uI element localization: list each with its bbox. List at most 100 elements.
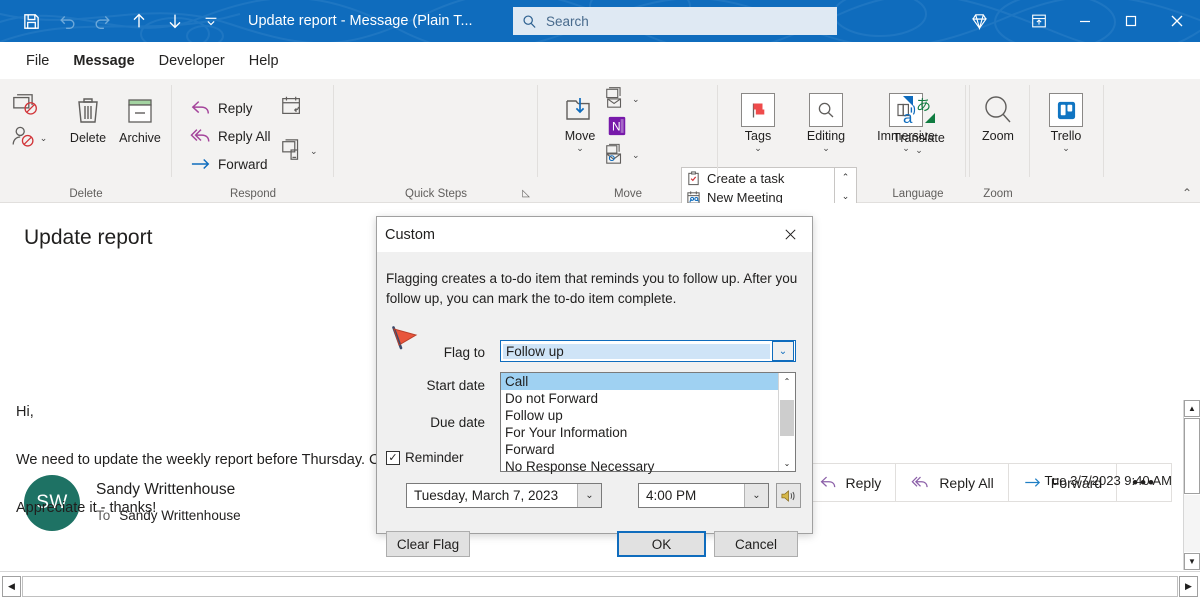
chevron-down-icon[interactable]: ⌄ bbox=[772, 341, 794, 361]
dialog-description: Flagging creates a to-do item that remin… bbox=[386, 269, 801, 308]
reminder-time-input[interactable]: 4:00 PM ⌄ bbox=[638, 483, 769, 508]
translate-icon: a あ bbox=[900, 93, 938, 129]
close-icon[interactable] bbox=[768, 217, 812, 252]
scroll-down-icon[interactable]: ▼ bbox=[1184, 553, 1200, 570]
dropdown-option-forward[interactable]: Forward bbox=[501, 441, 778, 458]
diamond-icon[interactable] bbox=[956, 0, 1002, 42]
close-icon[interactable] bbox=[1154, 0, 1200, 42]
save-icon[interactable] bbox=[14, 4, 48, 38]
previous-item-icon[interactable] bbox=[122, 4, 156, 38]
ribbon-group-move: Move ⌄ ⌄ N bbox=[538, 79, 718, 203]
onenote-icon: N bbox=[606, 115, 628, 137]
quick-steps-dialog-launcher-icon[interactable]: ◺ bbox=[522, 188, 530, 199]
horizontal-scrollbar[interactable]: ◀ ▶ bbox=[0, 571, 1200, 600]
redo-icon[interactable] bbox=[86, 4, 120, 38]
horizontal-scroll-track[interactable] bbox=[22, 576, 1178, 597]
dropdown-option-no-response-necessary[interactable]: No Response Necessary bbox=[501, 458, 778, 475]
dropdown-scroll-thumb[interactable] bbox=[780, 400, 794, 436]
chevron-down-icon: ⌄ bbox=[310, 147, 318, 155]
trello-button[interactable]: Trello ⌄ bbox=[1036, 89, 1096, 152]
delete-button[interactable]: Delete bbox=[58, 91, 118, 145]
chevron-down-icon: ⌄ bbox=[40, 134, 48, 142]
group-label-move: Move bbox=[538, 188, 718, 200]
chevron-down-icon: ⌄ bbox=[754, 144, 762, 152]
ribbon-group-respond: Reply Reply All Forward bbox=[172, 79, 334, 203]
chevron-down-icon: ⌄ bbox=[822, 144, 830, 152]
custom-flag-dialog: Custom Flagging creates a to-do item tha… bbox=[376, 216, 813, 534]
reminder-checkbox[interactable]: ✓ Reminder bbox=[386, 450, 464, 465]
group-label-language: Language bbox=[870, 188, 966, 200]
onenote-button[interactable]: N bbox=[602, 113, 632, 139]
group-label-delete: Delete bbox=[0, 188, 172, 200]
chevron-down-icon[interactable]: ⌄ bbox=[577, 484, 601, 507]
reply-button[interactable]: Reply bbox=[186, 95, 257, 121]
reply-label: Reply bbox=[218, 101, 253, 116]
dropdown-option-follow-up[interactable]: Follow up bbox=[501, 407, 778, 424]
meeting-reply-button[interactable] bbox=[276, 93, 308, 119]
reminder-date-input[interactable]: Tuesday, March 7, 2023 ⌄ bbox=[406, 483, 602, 508]
zoom-magnifier-icon bbox=[980, 93, 1016, 127]
ribbon: ⌄ Delete Archive Delete bbox=[0, 79, 1200, 203]
zoom-button[interactable]: Zoom bbox=[968, 89, 1028, 143]
more-respond-button[interactable]: ⌄ bbox=[276, 137, 322, 163]
maximize-icon[interactable] bbox=[1108, 0, 1154, 42]
forward-button[interactable]: Forward bbox=[186, 151, 272, 177]
delete-label: Delete bbox=[70, 131, 106, 145]
triangle-left-icon[interactable]: ◀ bbox=[2, 576, 21, 597]
svg-text:N: N bbox=[612, 120, 621, 134]
reminder-label: Reminder bbox=[405, 450, 464, 465]
minimize-icon[interactable] bbox=[1062, 0, 1108, 42]
ok-button[interactable]: OK bbox=[617, 531, 706, 557]
chevron-down-icon: ⌄ bbox=[632, 151, 640, 159]
window-title: Update report - Message (Plain T... bbox=[248, 0, 473, 42]
flag-to-value: Follow up bbox=[503, 344, 770, 359]
reply-all-button[interactable]: Reply All bbox=[186, 123, 275, 149]
rules-button[interactable]: ⌄ bbox=[600, 85, 644, 111]
scroll-up-icon[interactable]: ▲ bbox=[1184, 400, 1200, 417]
actions-button[interactable]: ⌄ bbox=[600, 141, 644, 167]
ignore-button[interactable] bbox=[4, 87, 48, 121]
editing-label: Editing bbox=[807, 129, 845, 143]
reply-all-label: Reply All bbox=[218, 129, 271, 144]
dropdown-scrollbar[interactable]: ⌃ ⌄ bbox=[778, 373, 795, 471]
clear-flag-button[interactable]: Clear Flag bbox=[386, 531, 470, 557]
due-date-label: Due date bbox=[397, 415, 485, 430]
flag-to-dropdown-list[interactable]: Call Do not Forward Follow up For Your I… bbox=[500, 372, 796, 472]
archive-button[interactable]: Archive bbox=[110, 91, 170, 145]
tab-message[interactable]: Message bbox=[61, 45, 146, 79]
vertical-scroll-thumb[interactable] bbox=[1184, 418, 1200, 494]
dropdown-option-for-your-information[interactable]: For Your Information bbox=[501, 424, 778, 441]
scroll-down-icon[interactable]: ⌄ bbox=[779, 455, 795, 471]
chevron-down-icon[interactable]: ⌄ bbox=[744, 484, 768, 507]
undo-icon[interactable] bbox=[50, 4, 84, 38]
ribbon-group-trello: Trello ⌄ bbox=[1030, 79, 1104, 203]
collapse-ribbon-icon[interactable]: ⌃ bbox=[1182, 186, 1192, 200]
ribbon-group-quick-steps: Create a task New Meeting bbox=[334, 79, 538, 203]
flag-to-combobox[interactable]: Follow up ⌄ bbox=[500, 340, 796, 362]
vertical-scrollbar[interactable]: ▲ ▼ bbox=[1183, 400, 1200, 570]
tab-file[interactable]: File bbox=[14, 45, 61, 79]
tab-help[interactable]: Help bbox=[237, 45, 291, 79]
dropdown-option-do-not-forward[interactable]: Do not Forward bbox=[501, 390, 778, 407]
chevron-down-icon: ⌄ bbox=[915, 146, 923, 154]
tags-button[interactable]: Tags ⌄ bbox=[728, 89, 788, 152]
search-icon bbox=[522, 14, 537, 29]
triangle-right-icon[interactable]: ▶ bbox=[1179, 576, 1198, 597]
zoom-label: Zoom bbox=[982, 129, 1014, 143]
customize-quick-access-toolbar-icon[interactable] bbox=[194, 4, 228, 38]
translate-button[interactable]: a あ Translate ⌄ bbox=[884, 89, 954, 154]
dialog-title: Custom bbox=[385, 227, 435, 243]
tab-developer[interactable]: Developer bbox=[147, 45, 237, 79]
next-item-icon[interactable] bbox=[158, 4, 192, 38]
editing-button[interactable]: Editing ⌄ bbox=[796, 89, 856, 152]
search-input[interactable]: Search bbox=[513, 7, 837, 35]
vertical-scroll-track[interactable] bbox=[1184, 495, 1200, 552]
cancel-button[interactable]: Cancel bbox=[714, 531, 798, 557]
ribbon-display-options-icon[interactable] bbox=[1016, 0, 1062, 42]
chevron-down-icon: ⌄ bbox=[576, 144, 584, 152]
junk-button[interactable]: ⌄ bbox=[2, 119, 54, 151]
dropdown-option-call[interactable]: Call bbox=[501, 373, 778, 390]
ribbon-group-language: a あ Translate ⌄ Language bbox=[870, 79, 966, 203]
reminder-sound-button[interactable] bbox=[776, 483, 801, 508]
scroll-up-icon[interactable]: ⌃ bbox=[779, 373, 795, 389]
